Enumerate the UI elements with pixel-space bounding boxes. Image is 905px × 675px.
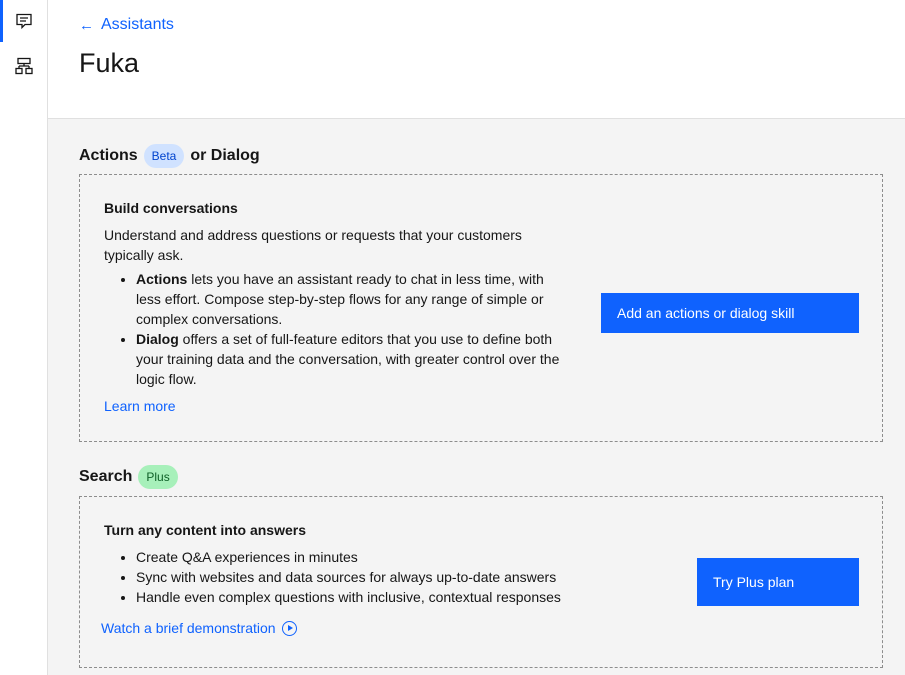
bullet-bold: Dialog <box>136 331 179 347</box>
main-content: Actions Beta or Dialog Build conversatio… <box>48 119 905 675</box>
add-skill-button[interactable]: Add an actions or dialog skill <box>601 293 859 333</box>
watch-demo-label: Watch a brief demonstration <box>101 620 276 636</box>
search-section-title: Search Plus <box>79 465 178 489</box>
actions-title-prefix: Actions <box>79 147 138 164</box>
bullet-bold: Actions <box>136 271 188 287</box>
actions-title-suffix: or Dialog <box>190 147 260 164</box>
search-card: Turn any content into answers Create Q&A… <box>79 496 883 668</box>
arrow-left-icon: ← <box>79 16 94 34</box>
actions-card: Build conversations Understand and addre… <box>79 174 883 442</box>
page-header: ← Assistants Fuka <box>48 0 905 119</box>
chat-icon <box>15 13 32 30</box>
search-card-heading: Turn any content into answers <box>104 522 306 538</box>
actions-card-heading: Build conversations <box>104 200 238 216</box>
rail-item-flows[interactable] <box>0 45 47 87</box>
actions-section-title: Actions Beta or Dialog <box>79 144 260 168</box>
back-to-assistants-link[interactable]: ← Assistants <box>79 16 174 34</box>
flow-icon <box>14 57 33 75</box>
beta-tag: Beta <box>143 144 185 168</box>
list-item: Create Q&A experiences in minutes <box>136 547 632 567</box>
watch-demo-link[interactable]: Watch a brief demonstration <box>101 620 297 636</box>
search-card-list: Create Q&A experiences in minutes Sync w… <box>112 547 632 607</box>
bullet-text: lets you have an assistant ready to chat… <box>136 271 544 327</box>
list-item: Dialog offers a set of full-feature edit… <box>136 329 572 389</box>
side-rail <box>0 0 48 675</box>
list-item: Handle even complex questions with inclu… <box>136 587 632 607</box>
actions-card-description: Understand and address questions or requ… <box>104 227 522 263</box>
actions-card-list: Actions lets you have an assistant ready… <box>112 269 572 389</box>
try-plus-button[interactable]: Try Plus plan <box>697 558 859 606</box>
plus-tag: Plus <box>138 465 178 489</box>
rail-item-conversations[interactable] <box>0 0 47 42</box>
play-circle-icon <box>281 620 297 636</box>
search-title: Search <box>79 468 133 485</box>
back-link-label: Assistants <box>101 16 174 33</box>
page-title: Fuka <box>79 48 140 78</box>
list-item: Actions lets you have an assistant ready… <box>136 269 572 329</box>
learn-more-link[interactable]: Learn more <box>104 398 176 414</box>
list-item: Sync with websites and data sources for … <box>136 567 632 587</box>
bullet-text: offers a set of full-feature editors tha… <box>136 331 560 387</box>
